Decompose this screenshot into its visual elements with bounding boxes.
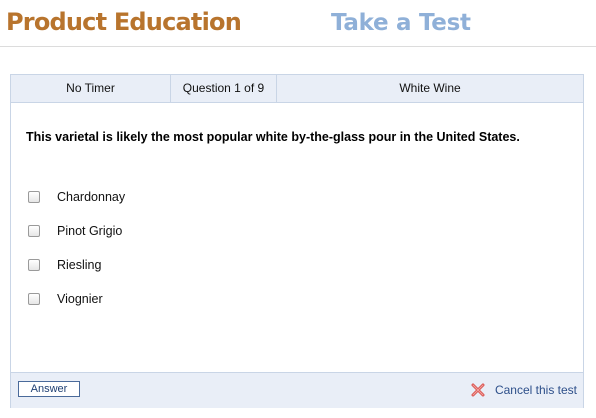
test-topic: White Wine [399, 81, 461, 95]
option-chardonnay[interactable]: Chardonnay [28, 189, 125, 223]
option-riesling[interactable]: Riesling [28, 257, 125, 291]
answer-button[interactable]: Answer [18, 381, 80, 397]
test-panel: No Timer Question 1 of 9 White Wine This… [10, 74, 584, 408]
cancel-test-link[interactable]: Cancel this test [471, 383, 577, 397]
option-checkbox[interactable] [28, 225, 40, 237]
option-viognier[interactable]: Viognier [28, 291, 125, 325]
question-progress: Question 1 of 9 [171, 75, 277, 102]
option-label[interactable]: Viognier [57, 291, 103, 307]
option-label[interactable]: Riesling [57, 257, 101, 273]
close-x-icon[interactable] [471, 383, 485, 397]
test-info-bar: No Timer Question 1 of 9 White Wine [11, 75, 583, 103]
cancel-test-label[interactable]: Cancel this test [495, 383, 577, 397]
brand-title: Product Education [6, 8, 242, 36]
option-label[interactable]: Pinot Grigio [57, 223, 122, 239]
page-header: Product Education Take a Test [0, 0, 596, 47]
option-pinot-grigio[interactable]: Pinot Grigio [28, 223, 125, 257]
test-footer: Answer Cancel this test [11, 372, 583, 408]
option-checkbox[interactable] [28, 259, 40, 271]
timer-status: No Timer [11, 75, 171, 102]
option-label[interactable]: Chardonnay [57, 189, 125, 205]
question-text: This varietal is likely the most popular… [26, 130, 520, 144]
answer-options: Chardonnay Pinot Grigio Riesling Viognie… [28, 189, 125, 325]
section-title: Take a Test [331, 10, 471, 36]
option-checkbox[interactable] [28, 293, 40, 305]
option-checkbox[interactable] [28, 191, 40, 203]
